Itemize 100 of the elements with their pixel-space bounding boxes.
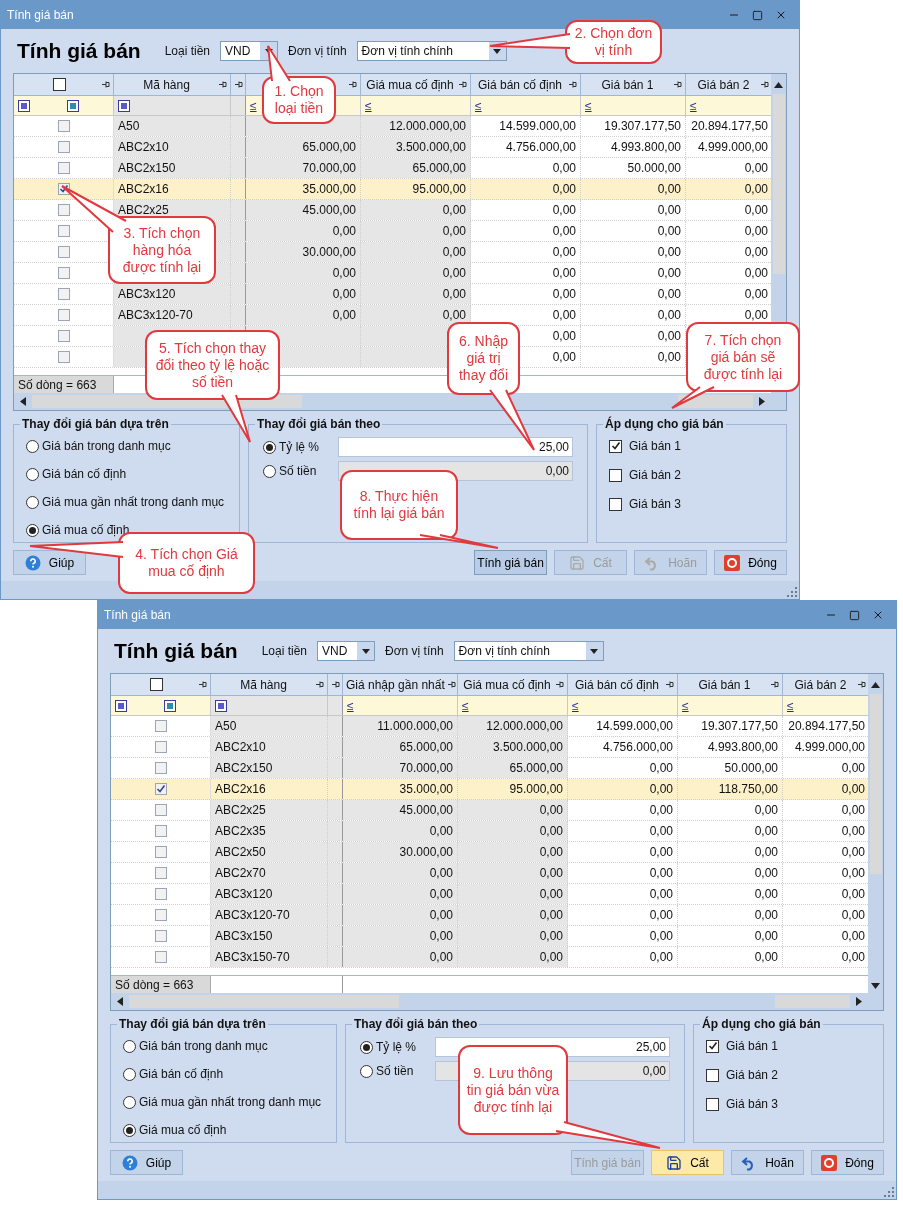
table-cell: 95.000,00 [361, 179, 471, 199]
table-cell: 4.756.000,00 [568, 737, 678, 757]
table-cell: 70.000,00 [343, 758, 458, 778]
table-cell: 0,00 [568, 926, 678, 946]
table-cell: 0,00 [246, 263, 361, 283]
column-title: Giá bán 2 [697, 76, 750, 94]
table-cell: 50.000,00 [678, 758, 783, 778]
table-cell: ABC3x120-70 [114, 305, 231, 325]
table-cell: 0,00 [678, 905, 783, 925]
table-cell: 0,00 [246, 284, 361, 304]
table-cell: 35.000,00 [246, 179, 361, 199]
table-cell: 0,00 [361, 221, 471, 241]
table-cell: 0,00 [678, 926, 783, 946]
table-cell: 0,00 [458, 821, 568, 841]
table-cell: 0,00 [361, 242, 471, 262]
callout-tooltip: 9. Lưu thông tin giá bán vừa được tính lại [458, 1045, 568, 1135]
column-title: Mã hàng [240, 676, 287, 694]
table-cell: 0,00 [581, 179, 686, 199]
table-cell: 0,00 [343, 926, 458, 946]
table-cell: 0,00 [581, 200, 686, 220]
row-count: Số dòng = 663 [111, 976, 211, 993]
column-title: Mã hàng [143, 76, 190, 94]
column-title: Giá bán 2 [794, 676, 847, 694]
table-cell: 0,00 [246, 305, 361, 325]
table-cell: 95.000,00 [458, 779, 568, 799]
table-cell: 0,00 [246, 221, 361, 241]
table-cell: A50 [114, 116, 231, 136]
table-cell: 0,00 [568, 863, 678, 883]
table-cell: 0,00 [458, 863, 568, 883]
table-cell: ABC2x150 [211, 758, 328, 778]
table-cell: 0,00 [343, 863, 458, 883]
table-cell: ABC2x50 [211, 842, 328, 862]
table-cell: 45.000,00 [246, 200, 361, 220]
table-cell: 0,00 [361, 200, 471, 220]
table-cell: 65.000,00 [361, 158, 471, 178]
table-cell: 0,00 [343, 905, 458, 925]
table-cell: 30.000,00 [246, 242, 361, 262]
table-cell: ABC2x150 [114, 158, 231, 178]
table-cell: 65.000,00 [458, 758, 568, 778]
table-cell: 0,00 [678, 800, 783, 820]
table-cell: 0,00 [458, 800, 568, 820]
table-cell: ABC3x150 [211, 926, 328, 946]
table-cell: ABC2x70 [211, 863, 328, 883]
table-cell: 0,00 [471, 158, 581, 178]
column-title: Giá bán 1 [698, 676, 751, 694]
table-cell: 0,00 [581, 242, 686, 262]
table-cell: 0,00 [581, 221, 686, 241]
form-heading: Tính giá bán [17, 38, 141, 65]
group-title: Thay đổi giá bán dựa trên [118, 1016, 267, 1033]
callout-tooltip: 6. Nhập giá trị thay đổi [447, 322, 520, 395]
table-cell: ABC2x10 [114, 137, 231, 157]
callout-tooltip: 3. Tích chọn hàng hóa được tính lại [108, 216, 216, 284]
table-cell: 0,00 [343, 821, 458, 841]
table-cell: 0,00 [471, 200, 581, 220]
table-cell: 0,00 [581, 263, 686, 283]
table-cell: 0,00 [361, 284, 471, 304]
table-cell: ABC2x16 [211, 779, 328, 799]
table-cell: 0,00 [568, 758, 678, 778]
table-cell: 0,00 [458, 947, 568, 967]
table-cell: 0,00 [343, 884, 458, 904]
table-cell: 0,00 [458, 884, 568, 904]
table-cell: 0,00 [568, 800, 678, 820]
table-cell: 0,00 [581, 284, 686, 304]
callout-tooltip: 1. Chọn loại tiền [262, 76, 336, 124]
table-cell: 14.599.000,00 [568, 716, 678, 736]
table-cell: ABC2x16 [114, 179, 231, 199]
form-heading: Tính giá bán [114, 638, 238, 665]
table-cell: 50.000,00 [581, 158, 686, 178]
table-cell: ABC3x120 [211, 884, 328, 904]
callout-tooltip: 5. Tích chọn thay đổi theo tỷ lệ hoặc số tiền [145, 330, 280, 400]
table-cell: 0,00 [361, 305, 471, 325]
field-label: Loại tiền [164, 43, 211, 60]
table-cell: 0,00 [568, 779, 678, 799]
table-cell: 3.500.000,00 [458, 737, 568, 757]
table-cell: 0,00 [678, 821, 783, 841]
column-title: Giá bán cố định [574, 676, 660, 694]
table-cell: 0,00 [471, 242, 581, 262]
column-title: Giá nhập gần nhất [346, 676, 445, 694]
table-cell: 4.993.800,00 [678, 737, 783, 757]
table-cell: 0,00 [678, 863, 783, 883]
table-cell: 0,00 [568, 821, 678, 841]
table-cell: 0,00 [581, 305, 686, 325]
table-cell: 70.000,00 [246, 158, 361, 178]
table-cell: 0,00 [568, 842, 678, 862]
column-title: Giá mua cố định [463, 676, 551, 694]
table-cell: ABC3x120 [114, 284, 231, 304]
table-cell: 0,00 [678, 884, 783, 904]
table-cell: ABC2x35 [211, 821, 328, 841]
table-cell: 12.000.000,00 [458, 716, 568, 736]
table-cell: 0,00 [568, 947, 678, 967]
window-title: Tính giá bán [7, 7, 74, 24]
column-title: Giá bán 1 [601, 76, 654, 94]
table-cell: 0,00 [343, 947, 458, 967]
table-cell: 65.000,00 [246, 137, 361, 157]
table-cell: 0,00 [458, 905, 568, 925]
field-label: Đơn vị tính [288, 43, 347, 60]
table-cell: 0,00 [471, 263, 581, 283]
group-title: Áp dụng cho giá bán [701, 1015, 822, 1033]
window-title: Tính giá bán [104, 607, 171, 624]
table-cell: 4.993.800,00 [581, 137, 686, 157]
